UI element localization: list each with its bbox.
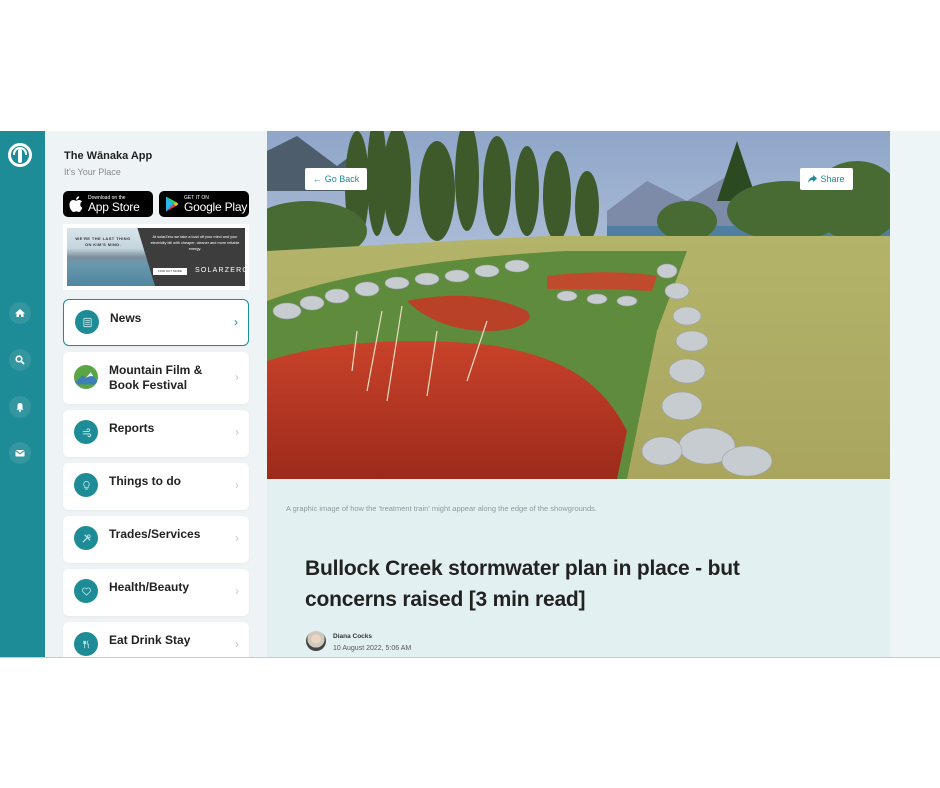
sidebar-item-news[interactable]: News › [63,299,249,346]
google-play-button[interactable]: GET IT ON Google Play [159,191,249,217]
sidebar-item-label: Health/Beauty [109,580,190,594]
bell-icon[interactable] [9,396,31,418]
sidebar-item-label: Trades/Services [109,527,201,541]
sidebar-item-label: News [110,311,142,325]
sidebar-item-label: Reports [109,421,155,435]
mountain-icon [74,365,98,389]
chevron-right-icon: › [234,315,238,329]
chevron-right-icon: › [235,584,239,598]
app-subtitle: It's Your Place [64,167,121,177]
app-store-large: App Store [88,200,140,214]
chevron-right-icon: › [235,531,239,545]
wind-icon [74,420,98,444]
author-name[interactable]: Diana Cocks [333,633,372,640]
chevron-right-icon: › [235,478,239,492]
go-back-label: Go Back [324,174,360,184]
share-label: Share [820,174,845,184]
newspaper-icon [75,310,99,334]
mail-icon[interactable] [9,442,31,464]
cutlery-icon [74,632,98,656]
article-pane: ← Go Back Share A graphic image of how t… [267,131,890,657]
sidebar-item-label: Things to do [109,474,181,488]
chevron-right-icon: › [235,370,239,384]
ad-brand-logo: SOLARZERO [195,267,245,274]
image-caption: A graphic image of how the 'treatment tr… [286,504,597,513]
article-title: Bullock Creek stormwater plan in place -… [305,557,740,611]
sidebar: The Wānaka App It's Your Place Download … [45,131,267,657]
author-avatar [306,631,326,651]
sidebar-item-reports[interactable]: Reports › [63,410,249,457]
ad-body: At solarZero we take a load off your min… [150,235,240,251]
google-play-large: Google Play [184,200,248,214]
sidebar-item-label: Eat Drink Stay [109,633,191,647]
chevron-right-icon: › [235,425,239,439]
tools-icon [74,526,98,550]
google-play-icon [166,196,179,212]
lightbulb-icon [74,473,98,497]
heart-icon [74,579,98,603]
sidebar-item-eat-drink-stay[interactable]: Eat Drink Stay › [63,622,249,657]
ad-headline: WE'RE THE LAST THING ON KIM'S MIND. [75,236,131,247]
share-button[interactable]: Share [800,168,853,190]
arrow-left-icon: ← [312,174,322,184]
share-arrow-icon [808,175,818,183]
solarzero-ad-banner[interactable]: WE'RE THE LAST THING ON KIM'S MIND. At s… [63,224,249,290]
sidebar-item-trades-services[interactable]: Trades/Services › [63,516,249,563]
sidebar-item-things-to-do[interactable]: Things to do › [63,463,249,510]
chevron-right-icon: › [235,637,239,651]
sidebar-item-label: Mountain Film & Book Festival [109,363,203,392]
right-panel [890,131,940,657]
search-icon[interactable] [9,349,31,371]
home-icon[interactable] [9,302,31,324]
go-back-button[interactable]: ← Go Back [305,168,367,190]
sidebar-item-mountain-film-festival[interactable]: Mountain Film & Book Festival › [63,352,249,404]
sidebar-item-health-beauty[interactable]: Health/Beauty › [63,569,249,616]
article-date: 10 August 2022, 5:06 AM [333,645,412,652]
wanaka-logo-icon[interactable] [8,143,32,167]
app-store-button[interactable]: Download on the App Store [63,191,153,217]
app-title: The Wānaka App [64,150,153,162]
ad-cta-button[interactable]: FIND OUT MORE [153,268,187,275]
icon-rail [0,131,45,657]
app-frame: The Wānaka App It's Your Place Download … [0,131,940,658]
apple-icon [69,196,83,212]
